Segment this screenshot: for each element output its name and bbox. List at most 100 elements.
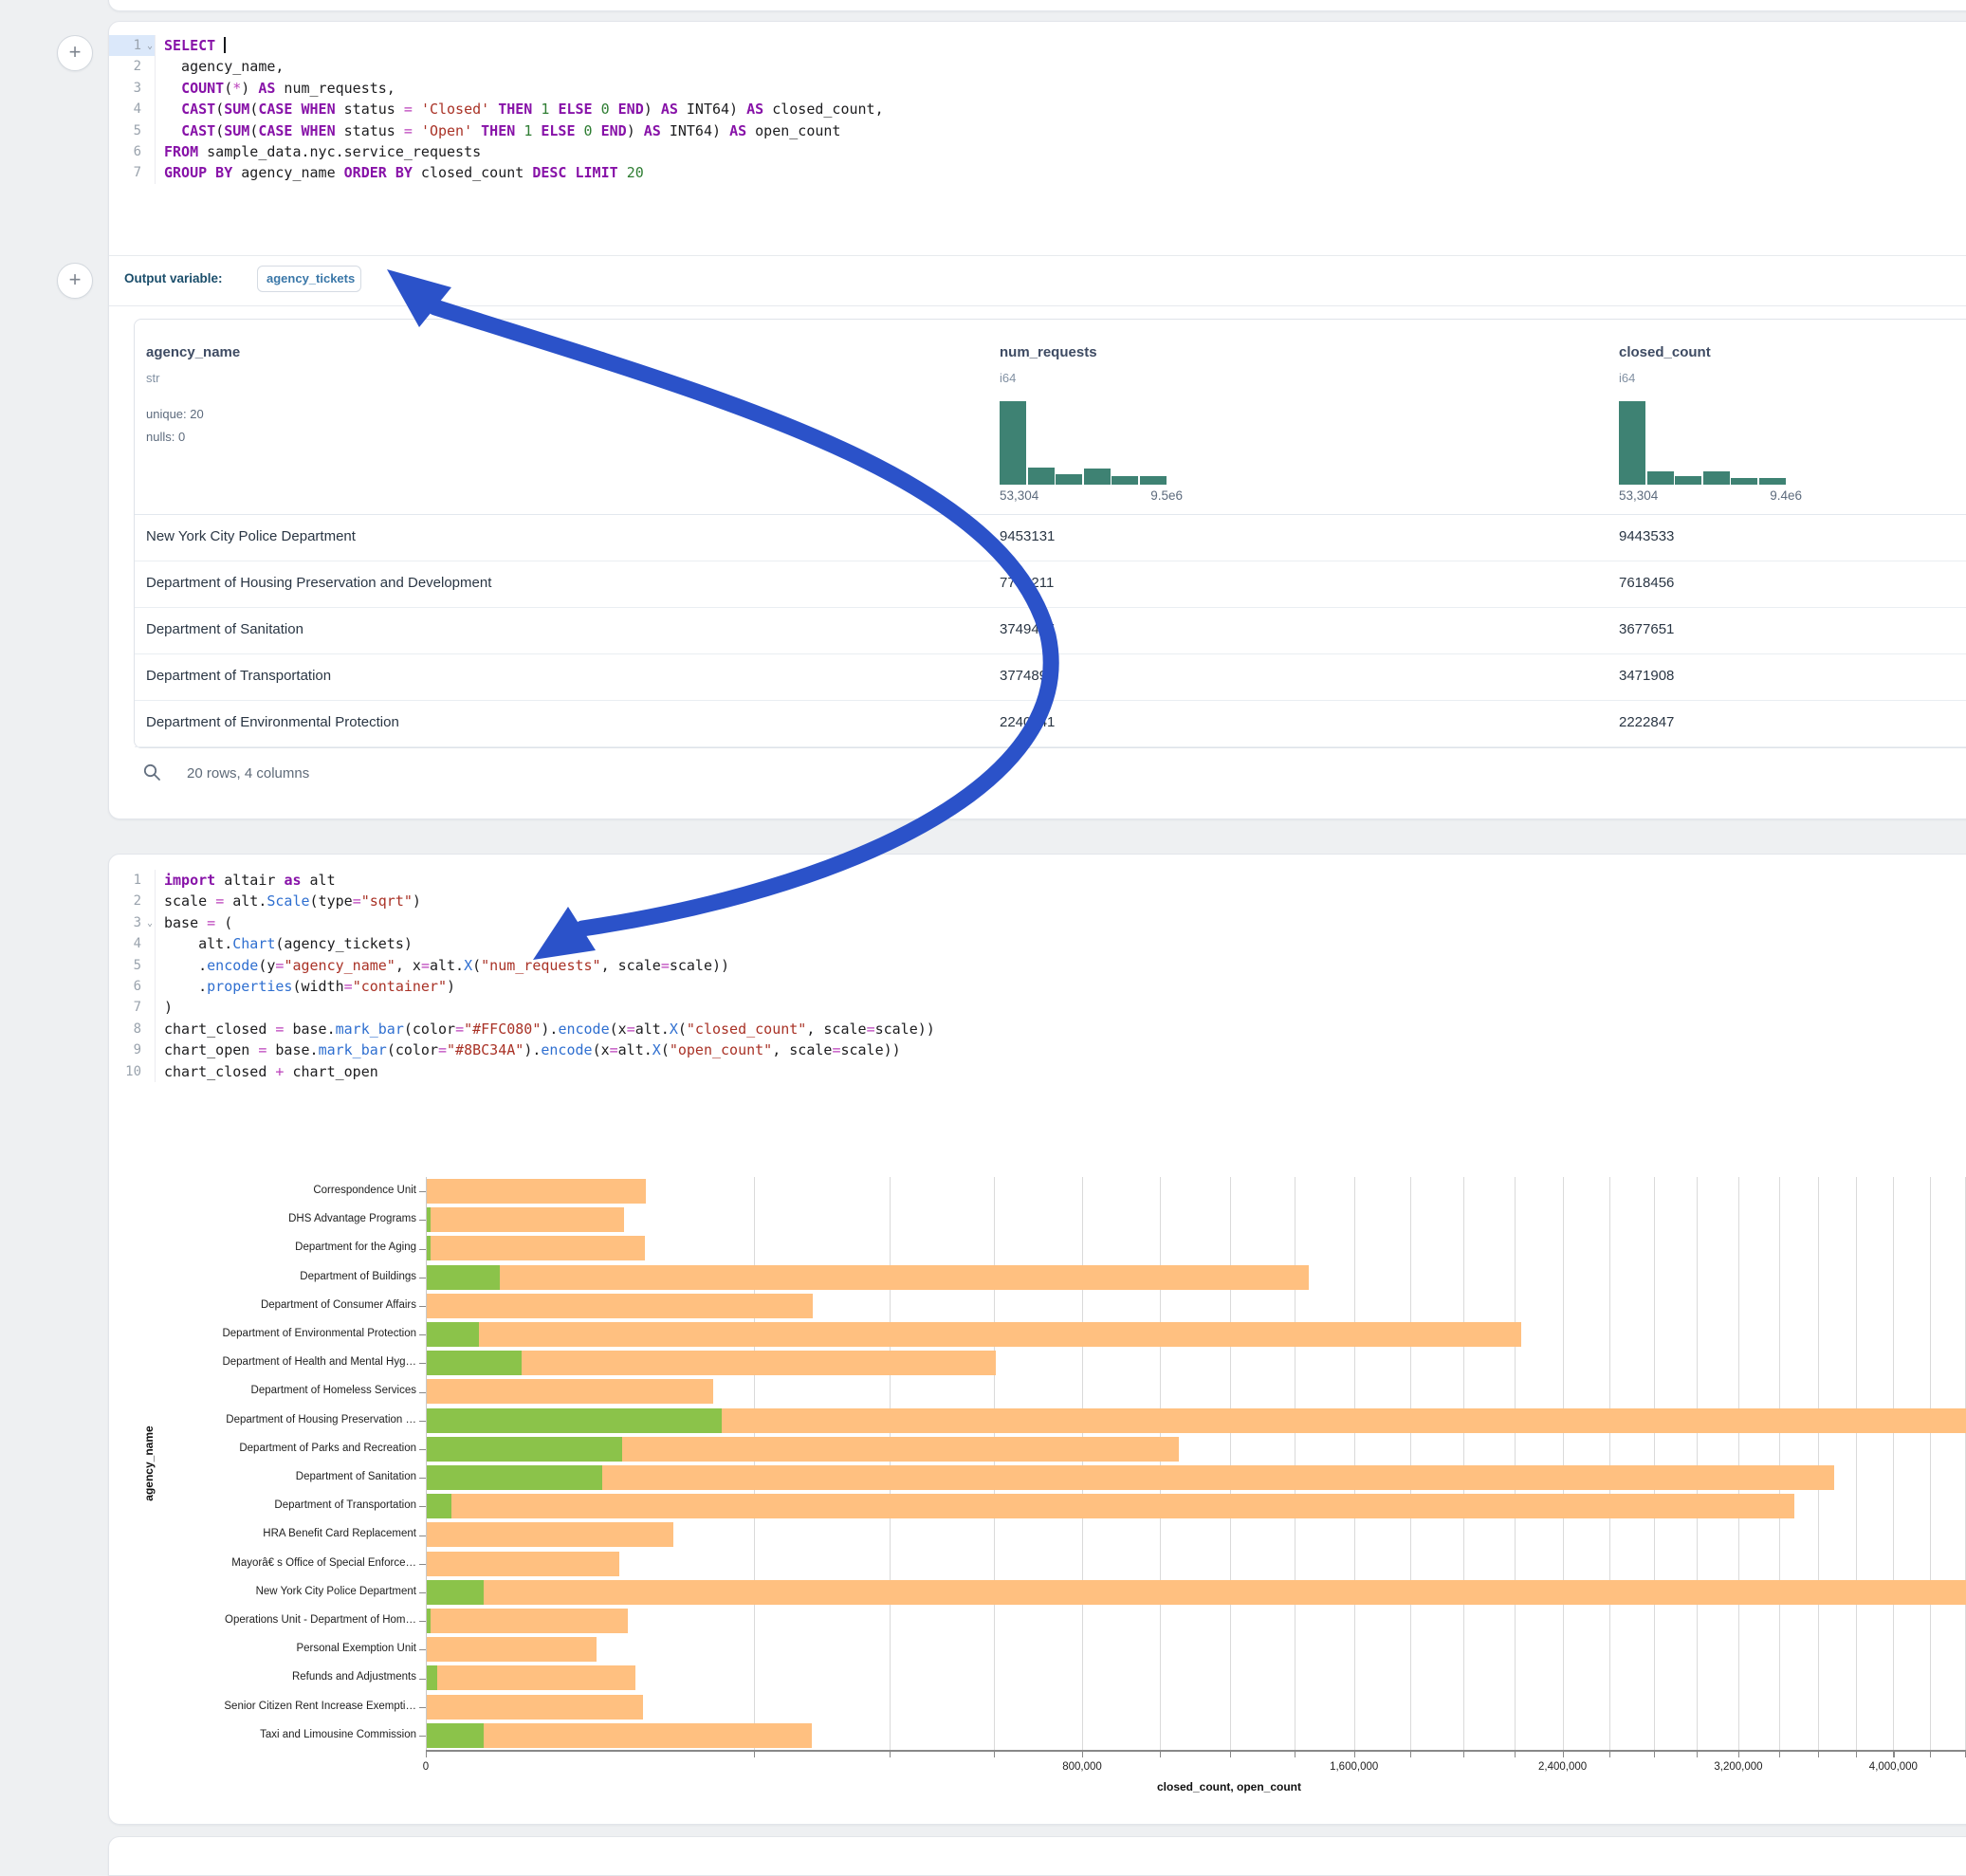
bar-open-count <box>427 1322 479 1347</box>
y-axis-label: Department of Housing Preservation … <box>109 1414 416 1425</box>
x-tick <box>426 1750 427 1757</box>
y-tick <box>419 1449 426 1450</box>
line-number-gutter: 6 <box>109 141 156 162</box>
bar-closed-count <box>427 1494 1794 1518</box>
code-line: 4 CAST(SUM(CASE WHEN status = 'Closed' T… <box>109 99 1966 120</box>
gridline <box>1697 1177 1698 1750</box>
y-tick <box>419 1679 426 1680</box>
line-number-gutter: 3 <box>109 78 156 99</box>
table-cell: Department of Transportation <box>146 668 331 684</box>
y-tick <box>419 1506 426 1507</box>
gridline <box>1563 1177 1564 1750</box>
add-cell-button-top[interactable]: + <box>57 35 93 71</box>
code-line: 4 alt.Chart(agency_tickets) <box>109 933 1966 954</box>
line-number-gutter: 2 <box>109 56 156 77</box>
histogram-bar <box>1000 401 1026 485</box>
bar-closed-count <box>427 1522 673 1547</box>
python-code-editor[interactable]: 1import altair as alt2scale = alt.Scale(… <box>109 870 1966 1082</box>
y-axis-label: Department of Health and Mental Hyg… <box>109 1356 416 1368</box>
x-axis-line <box>426 1750 1966 1752</box>
fold-chevron-icon[interactable]: ⌄ <box>147 913 153 934</box>
y-tick <box>419 1363 426 1364</box>
search-icon[interactable] <box>143 763 161 782</box>
bar-open-count <box>427 1609 431 1633</box>
x-tick <box>1609 1750 1610 1757</box>
y-tick <box>419 1334 426 1335</box>
table-row[interactable]: Department of Housing Preservation and D… <box>135 561 1966 608</box>
code-line: 1import altair as alt <box>109 870 1966 891</box>
table-cell: 9443533 <box>1619 528 1674 544</box>
gridline <box>890 1177 891 1750</box>
line-number-gutter: 8 <box>109 1019 156 1039</box>
table-row[interactable]: New York City Police Department945313194… <box>135 514 1966 561</box>
y-axis-label: HRA Benefit Card Replacement <box>109 1528 416 1539</box>
code-line: 8chart_closed = base.mark_bar(color="#FF… <box>109 1019 1966 1039</box>
fold-chevron-icon[interactable]: ⌄ <box>147 36 153 57</box>
histogram-bar <box>1759 478 1786 485</box>
y-tick <box>419 1220 426 1221</box>
y-axis-label: New York City Police Department <box>109 1586 416 1597</box>
code-line: 7GROUP BY agency_name ORDER BY closed_co… <box>109 162 1966 183</box>
x-tick <box>1697 1750 1698 1757</box>
bar-open-count <box>427 1236 431 1260</box>
y-tick <box>419 1649 426 1650</box>
y-axis-label: DHS Advantage Programs <box>109 1213 416 1224</box>
y-axis-label: Department for the Aging <box>109 1241 416 1253</box>
gridline <box>1160 1177 1161 1750</box>
table-row[interactable]: Department of Transportation377489234719… <box>135 653 1966 701</box>
x-tick <box>1515 1750 1516 1757</box>
column-header-name[interactable]: agency_name <box>146 344 240 360</box>
column-header-name[interactable]: num_requests <box>1000 344 1097 360</box>
gridline <box>1893 1177 1894 1750</box>
y-axis-label: Operations Unit - Department of Hom… <box>109 1614 416 1626</box>
altair-chart: agency_name Correspondence UnitDHS Advan… <box>109 1139 1966 1803</box>
sql-code-editor[interactable]: 1⌄SELECT 2 agency_name,3 COUNT(*) AS num… <box>109 35 1966 255</box>
column-type: str <box>146 371 159 385</box>
line-number-gutter: 7 <box>109 997 156 1018</box>
code-line: 2scale = alt.Scale(type="sqrt") <box>109 891 1966 911</box>
x-axis-label: 1,600,000 <box>1288 1761 1421 1773</box>
x-tick <box>1856 1750 1857 1757</box>
bar-open-count <box>427 1351 522 1375</box>
x-tick <box>1354 1750 1355 1757</box>
table-cell: 9453131 <box>1000 528 1055 544</box>
line-number-gutter: 4 <box>109 99 156 120</box>
table-row[interactable]: Department of Sanitation37494853677651 <box>135 607 1966 654</box>
column-header-name[interactable]: closed_count <box>1619 344 1711 360</box>
output-variable-pill[interactable]: agency_tickets <box>257 266 361 292</box>
y-tick <box>419 1564 426 1565</box>
next-cell-edge <box>108 1836 1966 1876</box>
chart-x-axis: 0800,0001,600,0002,400,0003,200,0004,000… <box>109 1750 1966 1803</box>
line-number-gutter: 4 <box>109 933 156 954</box>
code-line: 6FROM sample_data.nyc.service_requests <box>109 141 1966 162</box>
y-tick <box>419 1621 426 1622</box>
line-number-gutter: 2 <box>109 891 156 911</box>
table-cell: Department of Sanitation <box>146 621 303 637</box>
line-number-gutter: 10 <box>109 1061 156 1082</box>
y-axis-label: Taxi and Limousine Commission <box>109 1729 416 1740</box>
code-line: 5 CAST(SUM(CASE WHEN status = 'Open' THE… <box>109 120 1966 141</box>
y-axis-label: Department of Homeless Services <box>109 1385 416 1396</box>
add-cell-button-middle[interactable]: + <box>57 263 93 299</box>
code-line: 1⌄SELECT <box>109 35 1966 56</box>
code-line: 7) <box>109 997 1966 1018</box>
gridline <box>1354 1177 1355 1750</box>
histogram-bar <box>1028 468 1055 485</box>
table-row[interactable]: Department of Environmental Protection22… <box>135 700 1966 747</box>
gridline <box>1818 1177 1819 1750</box>
gridline <box>1515 1177 1516 1750</box>
y-axis-label: Correspondence Unit <box>109 1185 416 1196</box>
x-tick <box>754 1750 755 1757</box>
histogram-bar <box>1731 478 1757 485</box>
code-line: 9chart_open = base.mark_bar(color="#8BC3… <box>109 1039 1966 1060</box>
bar-open-count <box>427 1580 484 1605</box>
table-cell: 2240041 <box>1000 714 1055 730</box>
gridline <box>1609 1177 1610 1750</box>
bar-open-count <box>427 1437 622 1462</box>
y-tick <box>419 1249 426 1250</box>
x-tick <box>1160 1750 1161 1757</box>
line-number-gutter: 9 <box>109 1039 156 1060</box>
bar-closed-count <box>427 1465 1834 1490</box>
bar-open-count <box>427 1265 500 1290</box>
x-tick <box>1818 1750 1819 1757</box>
